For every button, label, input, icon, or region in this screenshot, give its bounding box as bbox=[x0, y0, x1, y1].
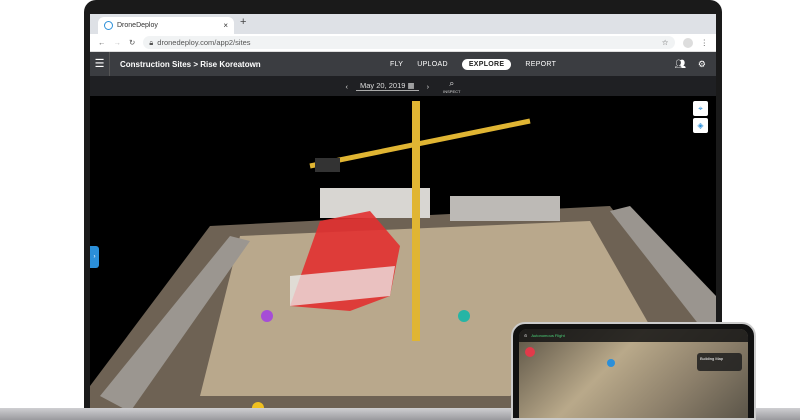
nav-upload[interactable]: UPLOAD bbox=[417, 61, 448, 68]
nav-explore[interactable]: EXPLORE bbox=[461, 58, 512, 70]
new-tab-button[interactable]: + bbox=[240, 16, 246, 28]
date-picker[interactable]: May 20, 2019 ▦ bbox=[356, 81, 419, 91]
bookmark-star-icon[interactable]: ☆ bbox=[662, 38, 669, 47]
magnifier-icon: ⌕ bbox=[449, 78, 455, 88]
record-button[interactable] bbox=[525, 347, 535, 357]
map-card-title: Building Map bbox=[700, 356, 724, 361]
lock-icon: 🔒︎ bbox=[149, 37, 154, 47]
prev-date-icon[interactable]: ‹ bbox=[346, 82, 349, 91]
phone-back-icon[interactable]: ⊙ bbox=[524, 333, 527, 338]
url-input[interactable]: dronedeploy.com/app2/sites bbox=[157, 38, 250, 47]
share-users-icon[interactable]: 👥︎ bbox=[674, 59, 685, 70]
browser-menu-icon[interactable]: ⋮ bbox=[701, 38, 709, 47]
next-date-icon[interactable]: › bbox=[427, 82, 430, 91]
nav-fly[interactable]: FLY bbox=[390, 61, 403, 68]
date-value: May 20, 2019 bbox=[360, 81, 406, 90]
layers-icon[interactable]: ◈ bbox=[693, 118, 708, 133]
breadcrumb: Construction Sites > Rise Koreatown bbox=[120, 59, 261, 69]
expand-sidebar-button[interactable]: › bbox=[90, 246, 99, 268]
tab-title: DroneDeploy bbox=[117, 22, 158, 29]
app-header: ☰ Construction Sites > Rise Koreatown FL… bbox=[90, 52, 716, 76]
inspect-label: INSPECT bbox=[443, 89, 461, 94]
map-card[interactable]: Building Map bbox=[697, 353, 742, 371]
close-tab-icon[interactable]: × bbox=[223, 21, 228, 30]
back-icon[interactable]: ← bbox=[98, 38, 106, 47]
browser-tab[interactable]: DroneDeploy × bbox=[98, 17, 234, 34]
drone-marker-icon bbox=[607, 359, 615, 367]
gear-icon[interactable]: ⚙ bbox=[698, 59, 706, 70]
forward-icon[interactable]: → bbox=[114, 38, 122, 47]
inspect-button[interactable]: ⌕ INSPECT bbox=[443, 78, 460, 94]
phone-flight-map: ⊙ Autonomous Flight Building Map bbox=[519, 329, 748, 418]
nav-report[interactable]: REPORT bbox=[525, 61, 556, 68]
recenter-icon[interactable]: ⌖ bbox=[693, 101, 708, 116]
tab-bar: DroneDeploy × + bbox=[90, 14, 716, 34]
profile-avatar[interactable] bbox=[682, 37, 693, 48]
date-toolbar: ‹ May 20, 2019 ▦ › ⌕ INSPECT bbox=[90, 76, 716, 96]
reload-icon[interactable]: ↻ bbox=[129, 38, 135, 47]
flight-mode-label: Autonomous Flight bbox=[531, 333, 565, 338]
dronedeploy-favicon-icon bbox=[104, 21, 113, 30]
address-bar: ← → ↻ 🔒︎ dronedeploy.com/app2/sites ☆ ⋮ bbox=[90, 34, 716, 52]
hamburger-menu-icon[interactable]: ☰ bbox=[90, 52, 110, 76]
phone-frame: ⊙ Autonomous Flight Building Map bbox=[511, 322, 756, 420]
calendar-icon: ▦ bbox=[407, 81, 415, 90]
